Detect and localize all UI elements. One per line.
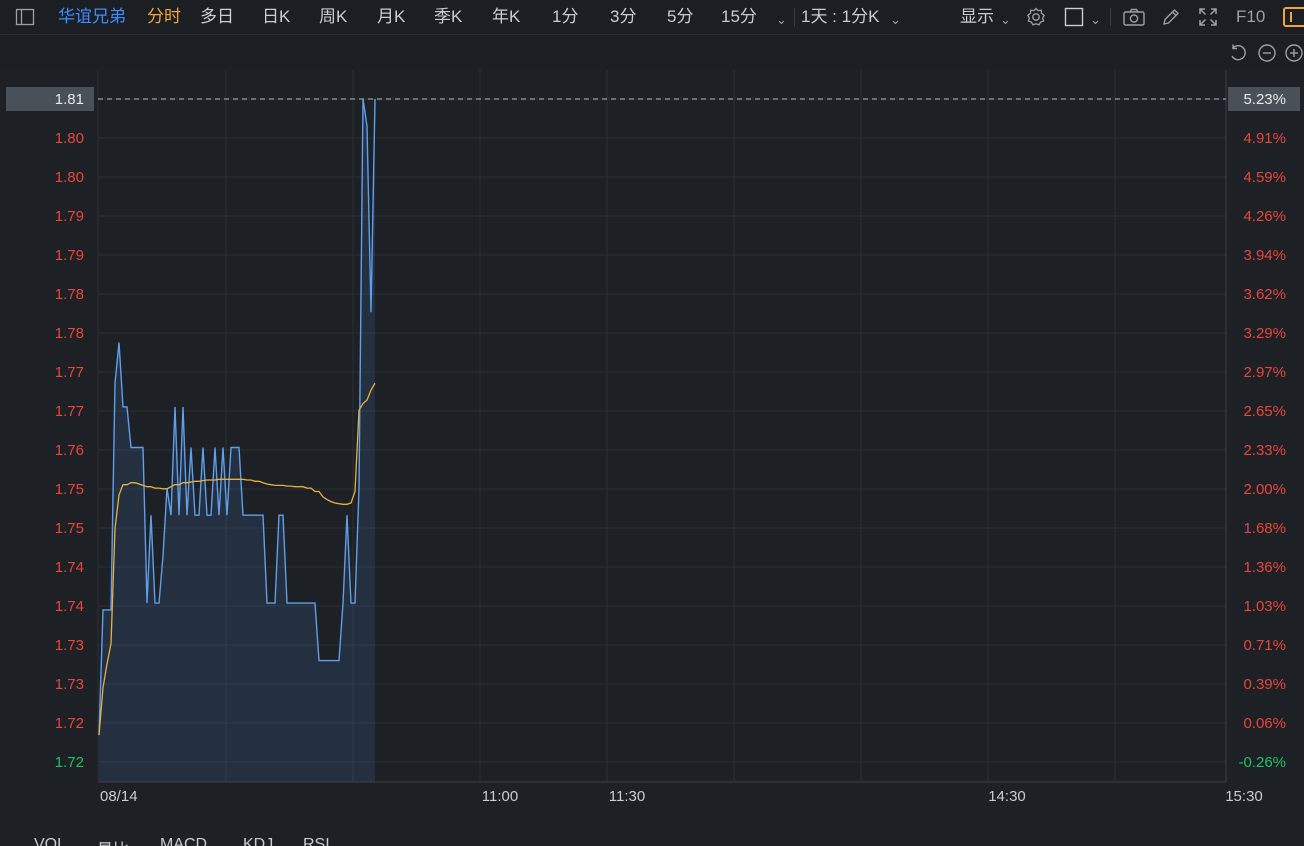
pencil-icon[interactable]: [1160, 6, 1182, 28]
price-tick-label: 1.73: [55, 637, 84, 654]
price-tick-label: 1.79: [55, 247, 84, 264]
f10-button[interactable]: F10: [1236, 6, 1265, 28]
pct-tick-label: 3.94%: [1243, 247, 1286, 264]
price-tick-label: 1.78: [55, 325, 84, 342]
tab-volume-ratio[interactable]: 量比: [97, 836, 129, 846]
tab-intraday[interactable]: 分时: [147, 6, 181, 28]
price-tick-label: 1.75: [55, 481, 84, 498]
tab-monthly-k[interactable]: 月K: [377, 6, 405, 28]
overlay-chevron-icon[interactable]: ⌄: [1090, 9, 1101, 31]
pct-tick-label: 2.97%: [1243, 364, 1286, 381]
pct-tick-label: 0.71%: [1243, 637, 1286, 654]
panel-toggle-icon[interactable]: [1282, 6, 1304, 28]
time-tick-label: 14:30: [988, 788, 1026, 805]
price-tick-label: 1.72: [55, 715, 84, 732]
tab-weekly-k[interactable]: 周K: [319, 6, 347, 28]
tab-multi-day[interactable]: 多日: [200, 6, 234, 28]
checkbox-icon[interactable]: [1063, 6, 1085, 28]
pct-tick-label: 4.91%: [1243, 130, 1286, 147]
pct-tick-label: 2.65%: [1243, 403, 1286, 420]
price-tick-label: 1.73: [55, 676, 84, 693]
camera-icon[interactable]: [1122, 6, 1145, 28]
current-price-label: 1.81: [55, 91, 84, 108]
pct-tick-label: 4.59%: [1243, 169, 1286, 186]
price-tick-label: 1.74: [55, 559, 84, 576]
pct-tick-label: 1.36%: [1243, 559, 1286, 576]
pct-tick-label: 1.68%: [1243, 520, 1286, 537]
time-tick-label: 11:00: [482, 788, 518, 805]
price-tick-label: 1.78: [55, 286, 84, 303]
current-pct-label: 5.23%: [1243, 91, 1286, 108]
tab-vol[interactable]: VOL: [34, 836, 66, 846]
price-tick-label: 1.79: [55, 208, 84, 225]
chart-toolbar: 华谊兄弟 分时 多日 日K 周K 月K 季K 年K 1分 3分 5分 15分 ⌄…: [0, 0, 1304, 35]
pct-tick-label: 2.00%: [1243, 481, 1286, 498]
zoom-in-icon[interactable]: [1284, 43, 1304, 65]
chart-svg[interactable]: 1.81 5.23% 1.80 4.91% 1.80 4.59% 1.79 4.26% 1.79…: [0, 70, 1304, 830]
pct-tick-label: 0.06%: [1243, 715, 1286, 732]
time-tick-label: 08/14: [100, 788, 138, 805]
sidebar-toggle-icon[interactable]: [14, 6, 36, 28]
toolbar-divider: [1110, 8, 1111, 26]
intraday-chart[interactable]: 1.81 5.23% 1.80 4.91% 1.80 4.59% 1.79 4.26% 1.79…: [0, 70, 1304, 830]
price-tick-label: 1.80: [55, 169, 84, 186]
price-area-fill: [99, 99, 375, 782]
chart-subbar: [0, 35, 1304, 69]
tab-quarterly-k[interactable]: 季K: [434, 6, 462, 28]
price-tick-label: 1.76: [55, 442, 84, 459]
tab-15min[interactable]: 15分: [721, 6, 757, 28]
tab-5min[interactable]: 5分: [667, 6, 693, 28]
toolbar-divider: [794, 8, 795, 26]
pct-tick-label: 0.39%: [1243, 676, 1286, 693]
tab-yearly-k[interactable]: 年K: [492, 6, 520, 28]
pct-tick-label: 1.03%: [1243, 598, 1286, 615]
price-tick-label: 1.72: [55, 754, 84, 771]
pct-tick-label: 3.29%: [1243, 325, 1286, 342]
price-tick-label: 1.77: [55, 364, 84, 381]
pct-tick-label: 2.33%: [1243, 442, 1286, 459]
period-selector[interactable]: 1天 : 1分K: [801, 6, 879, 28]
zoom-out-icon[interactable]: [1257, 43, 1279, 65]
stock-name[interactable]: 华谊兄弟: [58, 6, 126, 28]
more-periods-chevron-icon[interactable]: ⌄: [776, 9, 787, 31]
time-tick-label: 15:30: [1225, 788, 1263, 805]
pct-tick-label: 3.62%: [1243, 286, 1286, 303]
period-chevron-icon[interactable]: ⌄: [890, 9, 901, 31]
tab-macd[interactable]: MACD: [160, 836, 207, 846]
price-tick-label: 1.74: [55, 598, 84, 615]
tab-kdj[interactable]: KDJ: [243, 836, 273, 846]
tab-3min[interactable]: 3分: [610, 6, 636, 28]
price-tick-label: 1.80: [55, 130, 84, 147]
display-menu[interactable]: 显示: [960, 6, 994, 28]
fullscreen-icon[interactable]: [1197, 6, 1219, 28]
price-tick-label: 1.77: [55, 403, 84, 420]
undo-icon[interactable]: [1228, 43, 1250, 65]
time-tick-label: 11:30: [609, 788, 645, 805]
pct-tick-label: -0.26%: [1238, 754, 1286, 771]
gear-icon[interactable]: [1025, 6, 1047, 28]
tab-daily-k[interactable]: 日K: [262, 6, 290, 28]
tab-1min[interactable]: 1分: [552, 6, 578, 28]
tab-rsi[interactable]: RSI: [303, 836, 330, 846]
pct-tick-label: 4.26%: [1243, 208, 1286, 225]
indicator-tabs: VOL 量比 MACD KDJ RSI: [0, 826, 1304, 846]
display-chevron-icon[interactable]: ⌄: [1000, 9, 1011, 31]
price-tick-label: 1.75: [55, 520, 84, 537]
